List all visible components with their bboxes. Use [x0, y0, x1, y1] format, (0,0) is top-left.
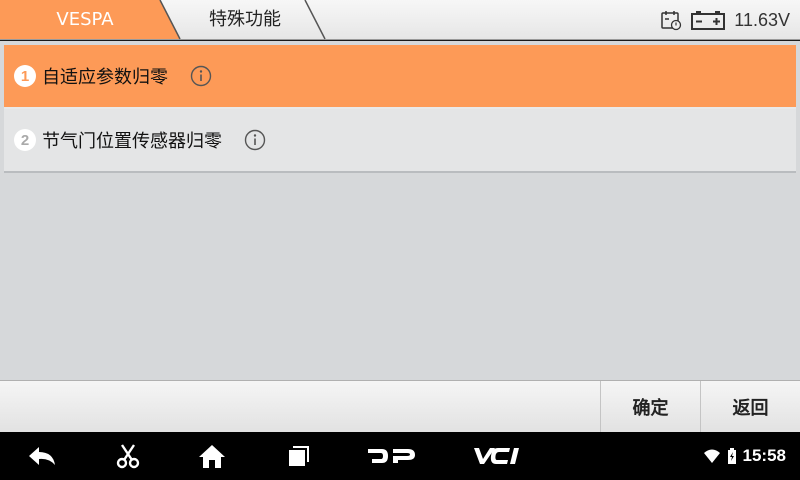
info-icon[interactable] [244, 129, 266, 151]
item-label: 自适应参数归零 [42, 67, 168, 88]
voltage-readout: 11.63V [734, 9, 790, 30]
info-icon[interactable] [190, 65, 212, 87]
action-bar: 确定 返回 [0, 380, 800, 433]
list-item-adaptive-reset[interactable]: 1 自适应参数归零 [4, 45, 796, 109]
function-list: 1 自适应参数归零 2 节气门位置传感器归零 [4, 45, 796, 173]
battery-icon [690, 9, 726, 31]
clock: 15:58 [742, 446, 786, 465]
item-number: 1 [14, 65, 36, 87]
battery-icon [727, 448, 737, 464]
back-icon[interactable] [20, 432, 64, 480]
list-item-throttle-reset[interactable]: 2 节气门位置传感器归零 [4, 109, 796, 173]
breadcrumb-item-special-functions[interactable]: 特殊功能 [175, 0, 315, 40]
recents-icon[interactable] [276, 432, 320, 480]
dp-icon[interactable] [362, 432, 422, 480]
calendar-clock-icon [660, 9, 682, 31]
system-nav-bar: 15:58 [0, 432, 800, 480]
item-number: 2 [14, 129, 36, 151]
breadcrumb-item-vespa[interactable]: VESPA [0, 0, 170, 40]
status-area: 11.63V [660, 0, 790, 40]
confirm-button[interactable]: 确定 [600, 381, 700, 433]
top-bar: VESPA 特殊功能 11.63V [0, 0, 800, 40]
vci-icon[interactable] [466, 432, 530, 480]
system-status: 15:58 [703, 432, 786, 480]
wifi-icon [703, 448, 721, 464]
home-icon[interactable] [190, 432, 234, 480]
main-content: 1 自适应参数归零 2 节气门位置传感器归零 [0, 41, 800, 380]
screenshot-icon[interactable] [106, 432, 150, 480]
item-label: 节气门位置传感器归零 [42, 131, 222, 152]
back-button[interactable]: 返回 [700, 381, 800, 433]
